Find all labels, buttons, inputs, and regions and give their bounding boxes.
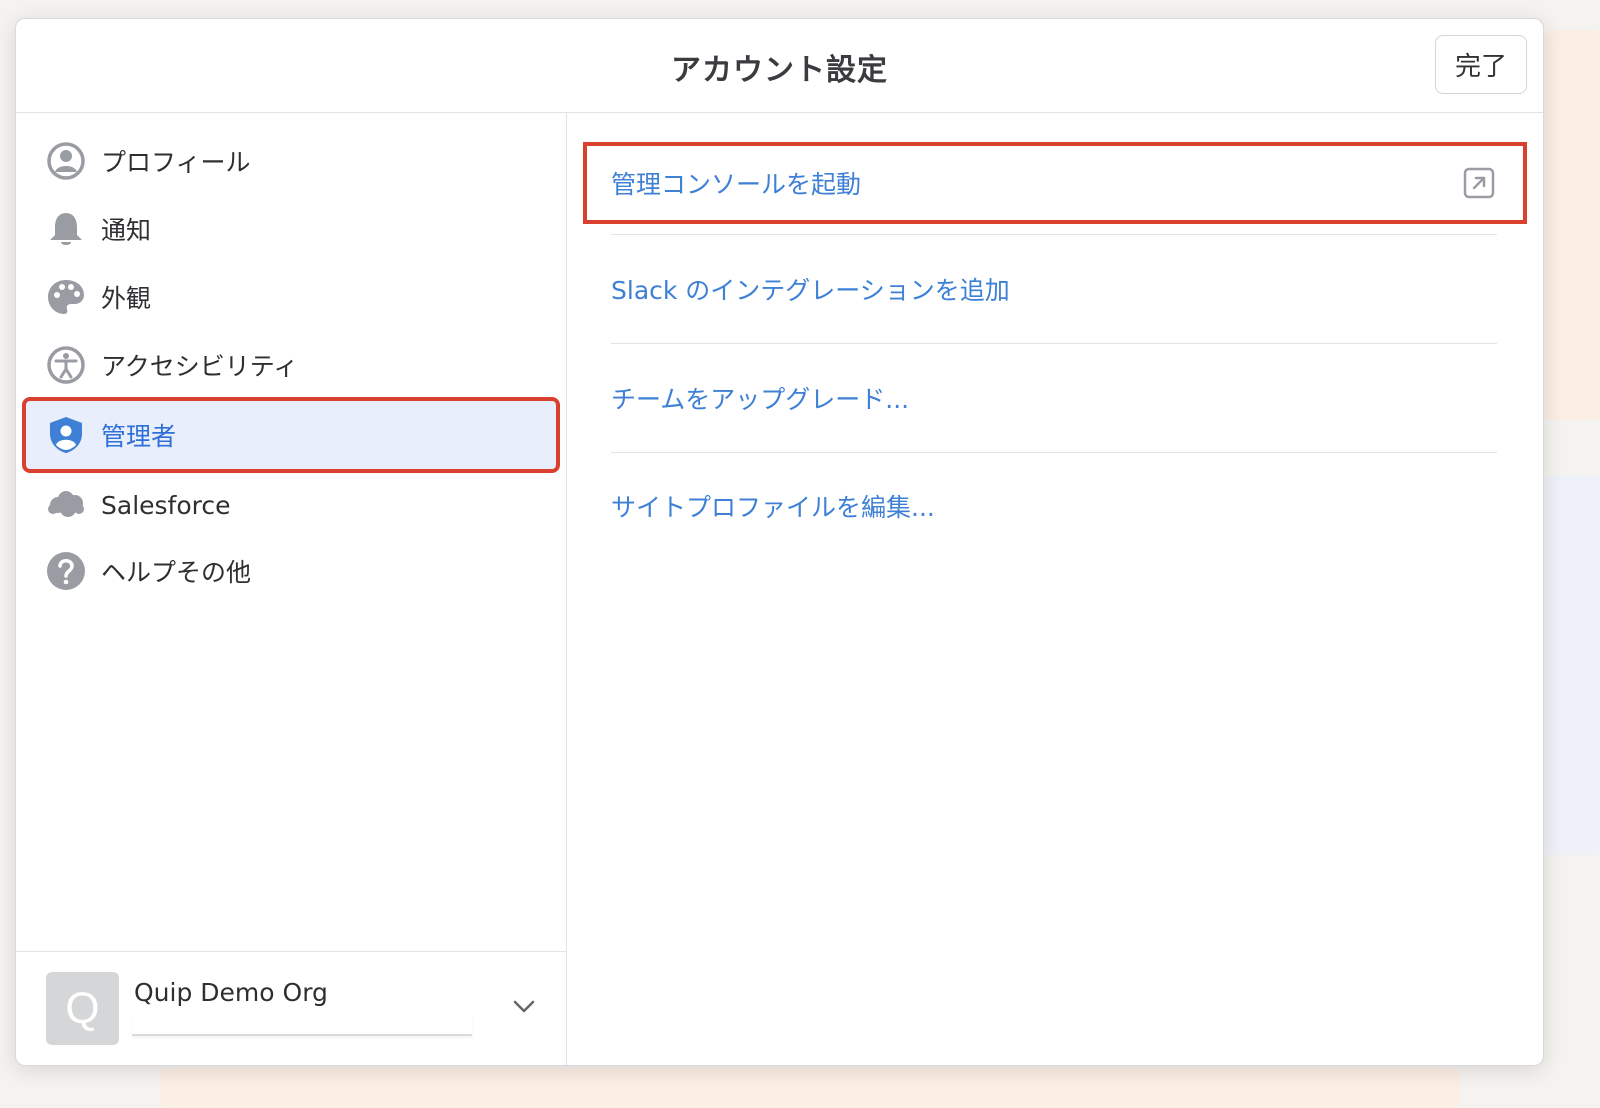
sidebar-item-profile[interactable]: プロフィール [26, 127, 556, 195]
bell-icon [50, 213, 82, 245]
help-icon [47, 552, 85, 590]
edit-site-profile-link[interactable]: サイトプロファイルを編集... [611, 452, 1497, 560]
upgrade-team-link[interactable]: チームをアップグレード... [611, 344, 1497, 453]
chevron-down-icon[interactable] [509, 992, 539, 1022]
done-button[interactable]: 完了 [1435, 35, 1527, 94]
dialog-title: アカウント設定 [671, 53, 888, 88]
background-card [1545, 475, 1600, 855]
action-label: サイトプロファイルを編集... [611, 493, 935, 522]
sidebar-item-label: Salesforce [101, 490, 231, 520]
org-avatar: Q [46, 972, 119, 1045]
sidebar-item-accessibility[interactable]: アクセシビリティ [26, 331, 556, 399]
action-label: チームをアップグレード... [611, 385, 910, 414]
accessibility-icon [47, 346, 85, 384]
sidebar-item-label: 外観 [101, 284, 152, 313]
sidebar-item-notifications[interactable]: 通知 [26, 195, 556, 263]
sidebar-item-label: 管理者 [101, 422, 177, 451]
account-settings-dialog: アカウント設定 完了 プロフィール 通知 外観 アクセシビリティ 管理者 Sal… [15, 18, 1544, 1066]
org-name: Quip Demo Org [134, 978, 328, 1007]
salesforce-cloud-icon [48, 491, 84, 517]
profile-icon [47, 142, 85, 180]
background-card [1545, 30, 1600, 420]
sidebar-item-admin[interactable]: 管理者 [22, 397, 560, 473]
org-name-underline [132, 1014, 472, 1036]
sidebar-item-salesforce[interactable]: Salesforce [26, 471, 556, 539]
admin-content-panel: 管理コンソールを起動 Slack のインテグレーションを追加 チームをアップグレ… [567, 113, 1543, 1065]
org-switcher[interactable]: Q Quip Demo Org [16, 951, 566, 1065]
admin-shield-icon [50, 417, 82, 453]
sidebar-item-label: プロフィール [101, 148, 251, 177]
external-link-icon [1463, 167, 1495, 199]
action-label: 管理コンソールを起動 [611, 170, 862, 199]
settings-sidebar: プロフィール 通知 外観 アクセシビリティ 管理者 Salesforce ヘルプ… [16, 113, 567, 1065]
sidebar-item-appearance[interactable]: 外観 [26, 263, 556, 331]
palette-icon [48, 280, 84, 314]
add-slack-integration-link[interactable]: Slack のインテグレーションを追加 [611, 235, 1497, 344]
background-card [160, 1068, 1460, 1108]
sidebar-item-label: 通知 [101, 216, 152, 245]
launch-admin-console-link[interactable]: 管理コンソールを起動 [583, 142, 1527, 224]
dialog-header: アカウント設定 完了 [16, 19, 1543, 113]
action-label: Slack のインテグレーションを追加 [611, 276, 1010, 305]
sidebar-item-help[interactable]: ヘルプその他 [26, 537, 556, 605]
sidebar-item-label: ヘルプその他 [101, 558, 252, 587]
sidebar-item-label: アクセシビリティ [101, 352, 299, 381]
